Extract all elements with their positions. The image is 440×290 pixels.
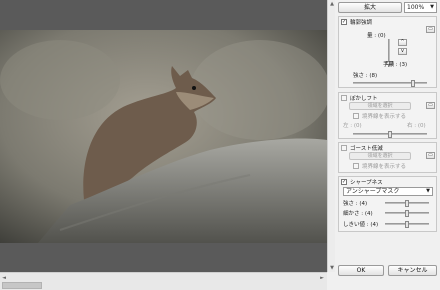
- soften-select-area-button[interactable]: 領域を選択: [349, 102, 411, 110]
- contour-step-label: 手順 : (3): [383, 62, 408, 68]
- soften-group: ぼかしフト 領域を選択 ▭ 境界線を表示する 左 : (0) 右 : (0): [338, 92, 437, 139]
- contour-checkbox[interactable]: ✓: [341, 19, 347, 25]
- contour-group: ✓ 輪郭強調 ▭ 量 : (0) ^ v 手順 : (3) 強さ : (8): [338, 16, 437, 88]
- ghost-preset-icon[interactable]: ▭: [426, 152, 435, 159]
- sharpness-fineness-label: 細かさ : (4): [343, 211, 373, 217]
- sharpness-title: シャープネス: [350, 180, 383, 186]
- decrement-icon[interactable]: v: [398, 48, 407, 55]
- squirrel-photo: [0, 0, 327, 272]
- sharpness-checkbox[interactable]: ✓: [341, 179, 347, 185]
- sharpness-strength-slider[interactable]: [385, 200, 429, 207]
- sharpness-group: ✓ シャープネス アンシャープマスク ▼ 強さ : (4) 細かさ : (4) …: [338, 176, 437, 232]
- zoom-select[interactable]: 100% ▼: [404, 2, 437, 13]
- soften-slider[interactable]: [353, 131, 427, 138]
- contour-thickness-label: 強さ : (8): [353, 73, 378, 79]
- settings-panel: 拡大 100% ▼ ✓ 輪郭強調 ▭ 量 : (0) ^ v 手順 : (3) …: [335, 0, 440, 290]
- chevron-down-icon: ▼: [430, 4, 434, 10]
- sharpness-strength-knob[interactable]: [405, 200, 409, 207]
- contour-thickness-knob[interactable]: [411, 80, 415, 87]
- soften-title: ぼかしフト: [350, 96, 378, 102]
- soften-knob[interactable]: [388, 131, 392, 138]
- soften-border-checkbox[interactable]: [353, 113, 359, 119]
- sharpness-strength-label: 強さ : (4): [343, 201, 368, 207]
- soften-right-label: 右 : (0): [407, 123, 426, 129]
- sharpness-threshold-label: しきい値 : (4): [343, 222, 379, 228]
- sharpness-fineness-knob[interactable]: [405, 210, 409, 217]
- increment-icon[interactable]: ^: [398, 39, 407, 46]
- zoom-button[interactable]: 拡大: [338, 2, 402, 13]
- ghost-border-label: 境界線を表示する: [362, 164, 407, 170]
- soften-border-label: 境界線を表示する: [362, 114, 407, 120]
- ghost-title: ゴースト低減: [350, 146, 383, 152]
- ghost-checkbox[interactable]: [341, 145, 347, 151]
- soften-preset-icon[interactable]: ▭: [426, 102, 435, 109]
- scroll-right-arrow-icon[interactable]: ►: [318, 274, 326, 282]
- ghost-border-checkbox[interactable]: [353, 163, 359, 169]
- edit-dialog: ▲ ▼ ◄ ► 拡大 100% ▼ ✓ 輪郭強調 ▭ 量 : (0) ^ v 手…: [0, 0, 440, 290]
- scroll-left-arrow-icon[interactable]: ◄: [0, 274, 8, 282]
- horizontal-scrollbar[interactable]: ◄ ►: [0, 272, 327, 290]
- chevron-down-icon: ▼: [426, 188, 430, 194]
- ghost-select-area-button[interactable]: 領域を選択: [349, 152, 411, 160]
- scroll-thumb[interactable]: [2, 282, 42, 289]
- vertical-scrollbar[interactable]: ▲ ▼: [327, 0, 335, 272]
- sharpness-fineness-slider[interactable]: [385, 210, 429, 217]
- sharpness-threshold-knob[interactable]: [405, 221, 409, 228]
- sharpness-method-select[interactable]: アンシャープマスク ▼: [343, 187, 433, 196]
- zoom-value: 100%: [407, 4, 425, 11]
- ghost-group: ゴースト低減 領域を選択 ▭ 境界線を表示する: [338, 142, 437, 173]
- soften-left-label: 左 : (0): [343, 123, 362, 129]
- cancel-button[interactable]: キャンセル: [388, 265, 437, 276]
- sharpness-threshold-slider[interactable]: [385, 221, 429, 228]
- soften-checkbox[interactable]: [341, 95, 347, 101]
- contour-strength-label: 量 : (0): [367, 33, 386, 39]
- sharpness-method-value: アンシャープマスク: [346, 188, 400, 195]
- image-preview[interactable]: [0, 0, 327, 272]
- ok-button[interactable]: OK: [338, 265, 384, 276]
- contour-preset-icon[interactable]: ▭: [426, 26, 435, 33]
- contour-thickness-slider[interactable]: [353, 80, 427, 87]
- contour-title: 輪郭強調: [350, 20, 373, 26]
